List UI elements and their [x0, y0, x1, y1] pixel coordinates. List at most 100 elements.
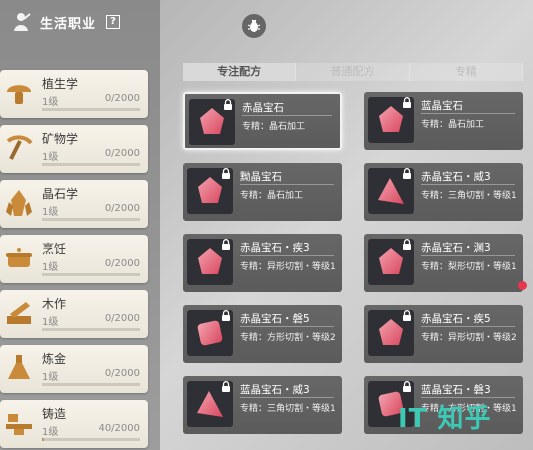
recipe-card[interactable]: 赤晶宝石・疾5 专精：异形切割・等级2: [364, 305, 523, 363]
recipe-requirement: 专精：异形切割・等级1: [240, 262, 336, 272]
divider: [421, 113, 515, 114]
divider: [240, 255, 334, 256]
profession-name: 炼金: [42, 352, 67, 366]
recipe-card[interactable]: 赤晶宝石・渊3 专精：梨形切割・等级1: [364, 234, 523, 292]
profession-level: 1级: [42, 317, 59, 328]
profession-name: 烹饪: [42, 242, 67, 256]
exp-bar: [42, 163, 140, 166]
recipe-name: 蓝晶宝石: [421, 100, 463, 112]
exp-bar: [42, 273, 140, 276]
recipe-card[interactable]: 赤晶宝石・疾3 专精：异形切割・等级1: [183, 234, 342, 292]
lock-icon: [403, 310, 411, 321]
profession-name: 铸造: [42, 407, 67, 421]
profession-item[interactable]: 铸造 1级 40/2000: [0, 400, 148, 448]
page-title: 生活职业: [40, 16, 97, 32]
cooking-pot-icon: [2, 239, 36, 277]
lock-icon: [403, 168, 411, 179]
recipe-name: 赤晶宝石: [242, 102, 284, 114]
recipe-name: 赤晶宝石・疾5: [421, 313, 491, 325]
saw-icon: [2, 294, 36, 332]
lock-icon: [403, 381, 411, 392]
recipe-requirement: 专精：晶石加工: [242, 122, 306, 132]
recipe-requirement: 专精：晶石加工: [240, 191, 304, 201]
recipe-name: 赤晶宝石・磐5: [240, 313, 310, 325]
crystal-icon: [2, 184, 36, 222]
profession-item[interactable]: 矿物学 1级 0/2000: [0, 125, 148, 173]
recipe-name: 赤晶宝石・疾3: [240, 242, 310, 254]
watermark: IT 知乎: [398, 404, 492, 434]
profession-item[interactable]: 植生学 1级 0/2000: [0, 70, 148, 118]
tab-0[interactable]: 专注配方: [183, 63, 297, 81]
recipe-name: 赤晶宝石・威3: [421, 171, 491, 183]
help-button[interactable]: ?: [106, 15, 121, 29]
lock-icon: [222, 168, 230, 179]
recipe-requirement: 专精：方形切割・等级2: [240, 333, 336, 343]
pickaxe-icon: [2, 129, 36, 167]
recipe-card[interactable]: 蓝晶宝石・威3 专精：三角切割・等级1: [183, 376, 342, 434]
profession-exp: 0/2000: [104, 313, 140, 324]
mushroom-icon: [2, 74, 36, 112]
profession-item[interactable]: 木作 1级 0/2000: [0, 290, 148, 338]
profession-exp: 40/2000: [98, 423, 140, 434]
profession-level: 1级: [42, 262, 59, 273]
recipe-requirement: 专精：三角切割・等级1: [421, 191, 517, 201]
profession-item[interactable]: 晶石学 1级 0/2000: [0, 180, 148, 228]
divider: [240, 397, 334, 398]
profession-exp: 0/2000: [104, 148, 140, 159]
profession-level: 1级: [42, 372, 59, 383]
profession-level: 1级: [42, 207, 59, 218]
lock-icon: [222, 239, 230, 250]
profession-list: 植生学 1级 0/2000 矿物学 1级 0/2000 晶石学 1级 0/200…: [0, 70, 148, 450]
recipe-name: 黝晶宝石: [240, 171, 282, 183]
lock-icon: [403, 97, 411, 108]
profession-exp: 0/2000: [104, 203, 140, 214]
profession-name: 植生学: [42, 77, 79, 91]
recipe-card[interactable]: 黝晶宝石 专精：晶石加工: [183, 163, 342, 221]
exp-bar: [42, 328, 140, 331]
profession-item[interactable]: 烹饪 1级 0/2000: [0, 235, 148, 283]
divider: [421, 255, 515, 256]
recipe-requirement: 专精：异形切割・等级2: [421, 333, 517, 343]
recipe-name: 蓝晶宝石・磐3: [421, 384, 491, 396]
profession-exp: 0/2000: [104, 93, 140, 104]
recipe-card[interactable]: 蓝晶宝石 专精：晶石加工: [364, 92, 523, 150]
recipe-requirement: 专精：晶石加工: [421, 120, 485, 130]
profession-name: 木作: [42, 297, 67, 311]
lock-icon: [222, 381, 230, 392]
profession-name: 矿物学: [42, 132, 79, 146]
flask-icon: [2, 349, 36, 387]
exp-bar: [42, 383, 140, 386]
tab-2[interactable]: 专精: [409, 63, 523, 81]
bug-icon: [247, 19, 261, 32]
recipe-card[interactable]: 赤晶宝石 专精：晶石加工: [183, 92, 342, 150]
tab-1[interactable]: 普通配方: [296, 63, 410, 81]
divider: [421, 184, 515, 185]
divider: [240, 326, 334, 327]
lock-icon: [222, 310, 230, 321]
scroll-indicator[interactable]: [518, 281, 527, 290]
exp-bar: [42, 438, 140, 441]
lock-icon: [224, 99, 232, 110]
bug-report-button[interactable]: [242, 14, 266, 38]
recipe-tabs: 专注配方 普通配方 专精: [183, 63, 523, 81]
profession-item[interactable]: 炼金 1级 0/2000: [0, 345, 148, 393]
exp-bar: [42, 108, 140, 111]
gatherer-icon: [14, 13, 31, 31]
recipe-name: 赤晶宝石・渊3: [421, 242, 491, 254]
recipe-name: 蓝晶宝石・威3: [240, 384, 310, 396]
profession-exp: 0/2000: [104, 258, 140, 269]
recipe-card[interactable]: 赤晶宝石・磐5 专精：方形切割・等级2: [183, 305, 342, 363]
lock-icon: [403, 239, 411, 250]
profession-level: 1级: [42, 427, 59, 438]
profession-name: 晶石学: [42, 187, 79, 201]
recipe-requirement: 专精：梨形切割・等级1: [421, 262, 517, 272]
profession-panel: 生活职业 ? 植生学 1级 0/2000 矿物学 1级 0/2000 晶石学 1…: [0, 0, 160, 450]
profession-level: 1级: [42, 97, 59, 108]
recipe-card[interactable]: 赤晶宝石・威3 专精：三角切割・等级1: [364, 163, 523, 221]
profession-level: 1级: [42, 152, 59, 163]
divider: [240, 184, 334, 185]
profession-exp: 0/2000: [104, 368, 140, 379]
divider: [242, 115, 332, 116]
anvil-icon: [2, 404, 36, 442]
exp-bar: [42, 218, 140, 221]
